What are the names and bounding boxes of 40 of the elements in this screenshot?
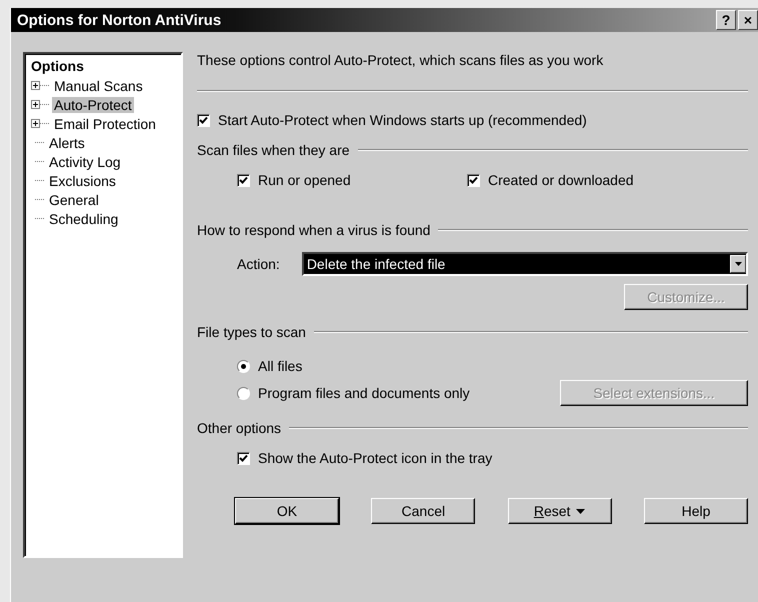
checkbox[interactable] xyxy=(467,174,480,186)
checkbox[interactable] xyxy=(197,114,210,126)
checkbox-label: Show the Auto-Protect icon in the tray xyxy=(258,450,492,466)
dropdown-value: Delete the infected file xyxy=(306,256,446,272)
ok-button[interactable]: OK xyxy=(235,498,339,524)
tree-item[interactable]: Exclusions xyxy=(47,172,118,188)
group-title: How to respond when a virus is found xyxy=(197,222,430,238)
checkbox[interactable] xyxy=(237,452,250,464)
tree-item[interactable]: General xyxy=(47,192,101,208)
tree-item[interactable]: Scheduling xyxy=(47,210,120,226)
tree-item[interactable]: Alerts xyxy=(47,134,87,150)
tree-title: Options xyxy=(31,58,85,74)
caret-icon xyxy=(576,508,586,514)
checkbox[interactable] xyxy=(237,174,250,186)
close-button[interactable]: × xyxy=(738,10,758,30)
action-label: Action: xyxy=(237,256,280,272)
dialog-button[interactable]: Cancel xyxy=(371,498,476,524)
checkbox-label: Run or opened xyxy=(258,172,351,188)
checkbox-label: Start Auto-Protect when Windows starts up (recommended) xyxy=(218,112,587,128)
action-dropdown[interactable]: Delete the infected file xyxy=(302,252,748,276)
group-title: File types to scan xyxy=(197,324,306,340)
tree-item[interactable]: Email Protection xyxy=(52,116,158,132)
expand-icon[interactable] xyxy=(31,119,40,128)
window-title: Options for Norton AntiVirus xyxy=(17,12,222,28)
help-button[interactable]: ? xyxy=(716,10,736,30)
tree-item[interactable]: Auto-Protect xyxy=(52,96,134,112)
tree-item[interactable]: Manual Scans xyxy=(52,78,145,94)
radio-label: Program files and documents only xyxy=(258,385,470,401)
checkbox-label: Created or downloaded xyxy=(488,172,634,188)
tree-item[interactable]: Activity Log xyxy=(47,154,123,170)
dialog-button[interactable]: Help xyxy=(644,498,748,524)
group-title: Other options xyxy=(197,420,282,436)
expand-icon[interactable] xyxy=(31,81,40,90)
description-text: These options control Auto-Protect, which scans files as you work xyxy=(197,52,604,68)
group-title: Scan files when they are xyxy=(197,142,350,158)
radio-button[interactable] xyxy=(237,386,250,400)
radio-button[interactable] xyxy=(237,360,250,372)
radio-label: All files xyxy=(258,358,302,374)
expand-icon[interactable] xyxy=(31,100,40,109)
reset-button[interactable]: Reset xyxy=(508,498,612,524)
